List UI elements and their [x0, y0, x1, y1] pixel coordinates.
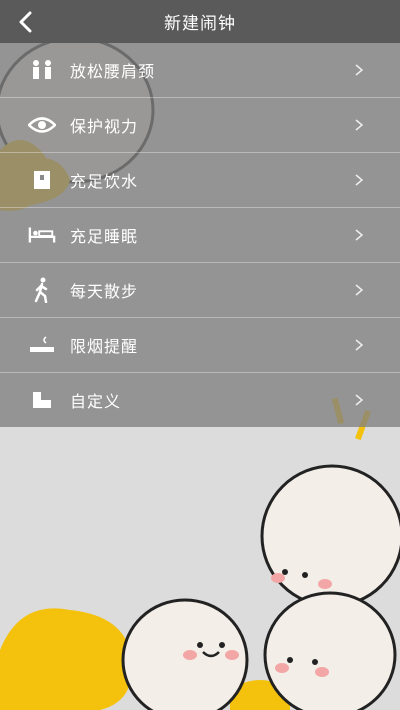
water-dispenser-icon: [28, 167, 56, 193]
cigarette-icon: [28, 332, 56, 358]
list-item-smoke-reminder[interactable]: 限烟提醒: [0, 318, 400, 373]
list-item-label: 充足饮水: [70, 172, 139, 191]
chevron-right-icon: [355, 284, 364, 296]
chevron-right-icon: [355, 394, 364, 406]
page-title: 新建闹钟: [164, 14, 236, 34]
list-item-label: 保护视力: [70, 117, 139, 136]
chevron-left-icon: [19, 11, 32, 32]
list-item-enough-sleep[interactable]: 充足睡眠: [0, 208, 400, 263]
chevron-right-icon: [355, 64, 364, 76]
eye-icon: [28, 112, 56, 138]
list-item-protect-eyes[interactable]: 保护视力: [0, 98, 400, 153]
chevron-right-icon: [355, 174, 364, 186]
list-item-daily-walk[interactable]: 每天散步: [0, 263, 400, 318]
alarm-template-list: 放松腰肩颈 保护视力 充足饮水 充足睡眠 每天散步 限烟提醒 自定义: [0, 43, 400, 427]
list-item-label: 每天散步: [70, 282, 139, 301]
back-button[interactable]: [10, 0, 40, 43]
list-item-relax-neck[interactable]: 放松腰肩颈: [0, 43, 400, 98]
chevron-right-icon: [355, 119, 364, 131]
chevron-right-icon: [355, 339, 364, 351]
people-icon: [28, 57, 56, 83]
bed-icon: [28, 222, 56, 248]
chevron-right-icon: [355, 229, 364, 241]
list-item-label: 放松腰肩颈: [70, 62, 156, 81]
list-item-custom[interactable]: 自定义: [0, 373, 400, 427]
app-header: 新建闹钟: [0, 0, 400, 43]
custom-shape-icon: [28, 387, 56, 413]
list-item-label: 限烟提醒: [70, 337, 139, 356]
walking-icon: [28, 277, 56, 303]
list-item-label: 充足睡眠: [70, 227, 139, 246]
list-item-label: 自定义: [70, 392, 122, 411]
list-item-drink-water[interactable]: 充足饮水: [0, 153, 400, 208]
